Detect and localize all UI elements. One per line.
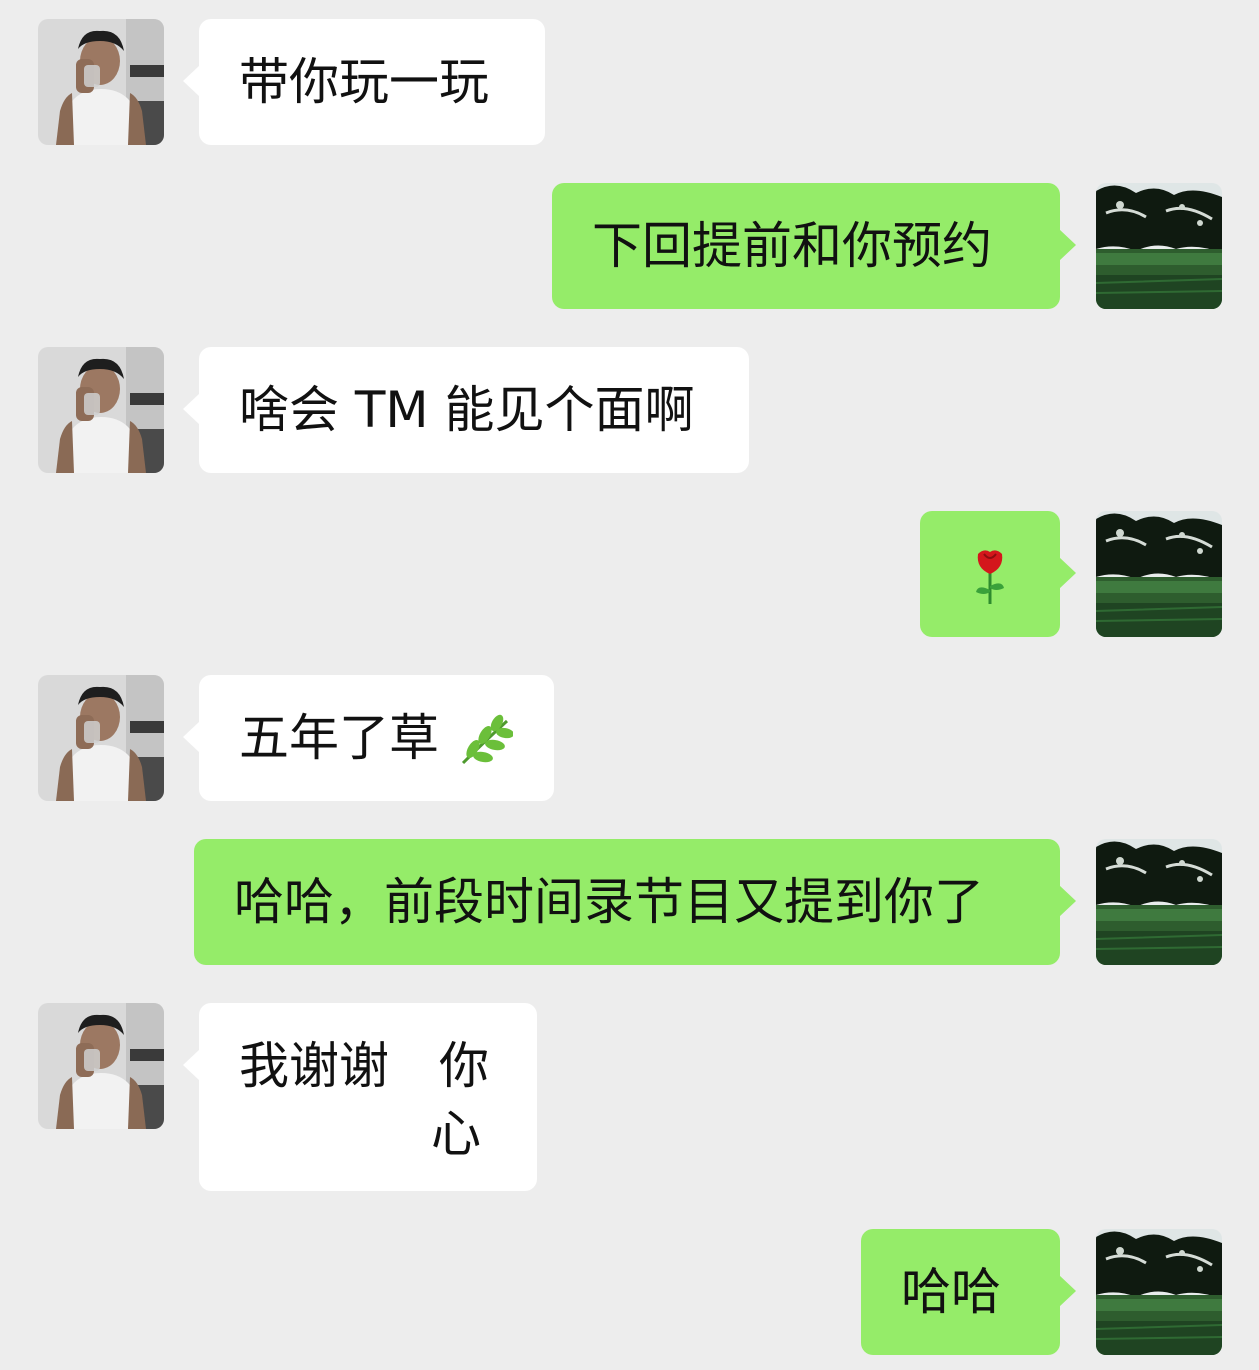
rose-emoji-icon	[976, 550, 1004, 604]
self-avatar[interactable]	[1096, 1229, 1222, 1355]
message-text-line-2: 心	[431, 1105, 481, 1163]
message-text: 下回提前和你预约	[592, 217, 992, 275]
message-text: 哈哈	[901, 1263, 1001, 1321]
message-text: 哈哈，前段时间录节目又提到你了	[234, 873, 984, 931]
message-text: 啥会 TM 能见个面啊	[239, 381, 695, 439]
incoming-message-bubble[interactable]: 五年了草	[183, 675, 554, 801]
message-text-line-1: 我谢谢 你	[239, 1037, 489, 1095]
self-avatar[interactable]	[1096, 511, 1222, 637]
self-avatar[interactable]	[1096, 839, 1222, 965]
contact-avatar[interactable]	[38, 1003, 164, 1129]
incoming-message-bubble[interactable]: 啥会 TM 能见个面啊	[183, 347, 749, 473]
outgoing-message-bubble[interactable]: 下回提前和你预约	[552, 183, 1076, 309]
herb-emoji-icon	[461, 714, 513, 765]
field-photo-icon	[1096, 183, 1222, 309]
person-photo-icon	[38, 19, 164, 145]
contact-avatar[interactable]	[38, 347, 164, 473]
outgoing-message-bubble[interactable]	[920, 511, 1076, 637]
message-text: 五年了草	[239, 709, 439, 767]
contact-avatar[interactable]	[38, 19, 164, 145]
contact-avatar[interactable]	[38, 675, 164, 801]
incoming-message-bubble[interactable]: 我谢谢 你 心	[183, 1003, 537, 1191]
person-photo-icon	[38, 347, 164, 473]
outgoing-message-bubble[interactable]: 哈哈，前段时间录节目又提到你了	[194, 839, 1076, 965]
outgoing-message-bubble[interactable]: 哈哈	[861, 1229, 1076, 1355]
field-photo-icon	[1096, 1229, 1222, 1355]
person-photo-icon	[38, 1003, 164, 1129]
field-photo-icon	[1096, 511, 1222, 637]
person-photo-icon	[38, 675, 164, 801]
field-photo-icon	[1096, 839, 1222, 965]
message-text: 带你玩一玩	[239, 53, 489, 111]
incoming-message-bubble[interactable]: 带你玩一玩	[183, 19, 545, 145]
self-avatar[interactable]	[1096, 183, 1222, 309]
